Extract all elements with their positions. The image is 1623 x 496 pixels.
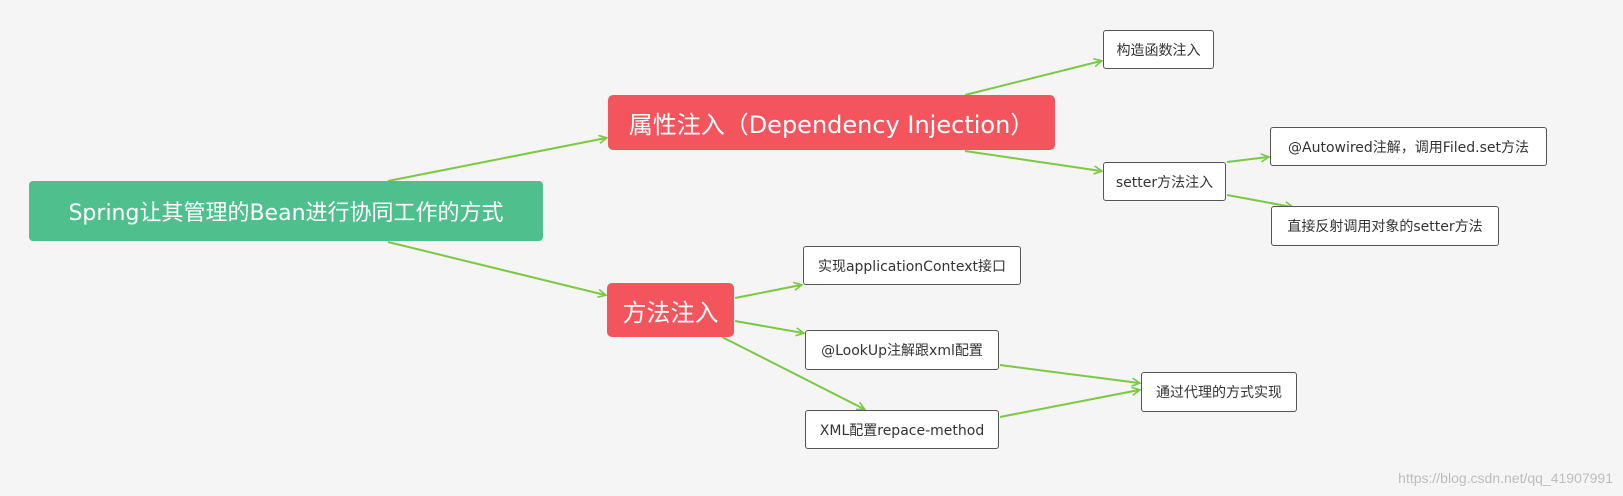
branch-node-method-injection[interactable]: 方法注入 — [607, 283, 734, 337]
leaf-node-label: 构造函数注入 — [1116, 42, 1201, 59]
leaf-node-proxy[interactable]: 通过代理的方式实现 — [1141, 372, 1297, 412]
leaf-node-lookup-xml[interactable]: @LookUp注解跟xml配置 — [805, 330, 999, 370]
edge-root-to-property-injection — [387, 138, 606, 182]
leaf-node-application-context[interactable]: 实现applicationContext接口 — [803, 246, 1021, 285]
edge-lookup-to-proxy — [999, 364, 1139, 383]
edge-xml-to-proxy — [999, 390, 1139, 418]
edge-method-to-appctx — [734, 285, 801, 299]
branch-node-label: 属性注入（Dependency Injection） — [628, 111, 1035, 139]
leaf-node-label: setter方法注入 — [1115, 174, 1214, 191]
leaf-node-setter-injection[interactable]: setter方法注入 — [1103, 162, 1226, 201]
leaf-node-label: 实现applicationContext接口 — [817, 258, 1007, 275]
edge-property-to-constructor — [964, 61, 1101, 96]
leaf-node-label: XML配置repace-method — [819, 422, 985, 439]
edge-setter-to-autowired — [1226, 157, 1268, 163]
leaf-node-reflect-setter[interactable]: 直接反射调用对象的setter方法 — [1271, 206, 1499, 246]
leaf-node-label: 通过代理的方式实现 — [1156, 385, 1282, 401]
edge-method-to-lookup — [734, 320, 803, 333]
branch-node-property-injection[interactable]: 属性注入（Dependency Injection） — [608, 95, 1055, 150]
root-node[interactable]: Spring让其管理的Bean进行协同工作的方式 — [29, 181, 543, 241]
watermark-text: https://blog.csdn.net/qq_41907991 — [1398, 470, 1613, 486]
mindmap-canvas: Spring让其管理的Bean进行协同工作的方式 属性注入（Dependency… — [0, 0, 1623, 496]
leaf-node-constructor-injection[interactable]: 构造函数注入 — [1103, 30, 1214, 69]
edge-property-to-setter — [964, 150, 1101, 171]
leaf-node-label: @LookUp注解跟xml配置 — [821, 343, 983, 359]
edge-root-to-method-injection — [387, 241, 605, 295]
root-node-label: Spring让其管理的Bean进行协同工作的方式 — [68, 201, 504, 226]
leaf-node-xml-replace-method[interactable]: XML配置repace-method — [805, 410, 999, 449]
leaf-node-label: @Autowired注解，调用Filed.set方法 — [1288, 139, 1529, 156]
branch-node-label: 方法注入 — [622, 298, 719, 327]
leaf-node-label: 直接反射调用对象的setter方法 — [1287, 219, 1483, 235]
leaf-node-autowired[interactable]: @Autowired注解，调用Filed.set方法 — [1270, 127, 1547, 166]
